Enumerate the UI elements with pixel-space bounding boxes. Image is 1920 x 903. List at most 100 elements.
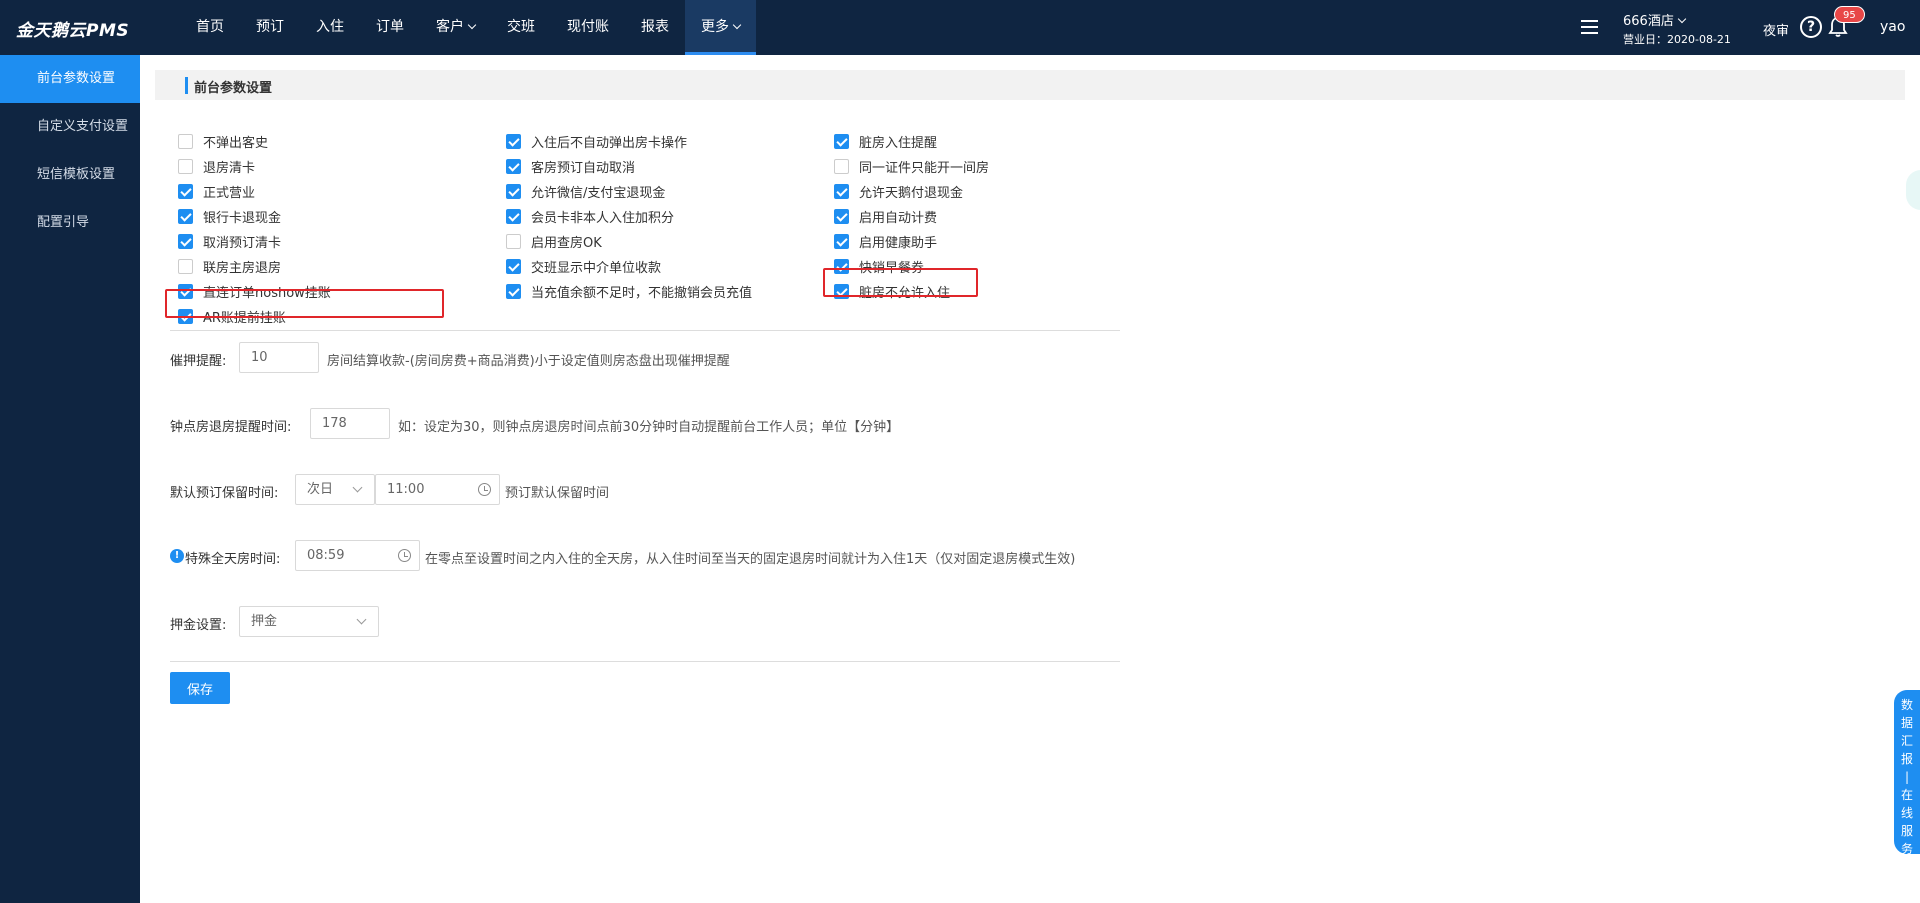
setting-checkbox[interactable]: 启用查房OK [506,231,602,251]
setting-checkbox[interactable]: 联房主房退房 [178,256,281,276]
special-fullday-hint: 在零点至设置时间之内入住的全天房，从入住时间至当天的固定退房时间就计为入住1天（… [425,552,1076,567]
nav-item[interactable]: 入住 [300,0,360,55]
checkbox-unchecked-icon[interactable] [506,233,521,249]
checkbox-label: 客房预订自动取消 [531,160,636,176]
checkbox-unchecked-icon[interactable] [834,158,849,174]
nav-item[interactable]: 更多 [685,0,756,55]
checkbox-label: 启用自动计费 [859,210,938,226]
section-accent-bar [185,77,188,94]
nav-item[interactable]: 客户 [420,0,491,55]
nav-item[interactable]: 订单 [360,0,420,55]
checkbox-unchecked-icon[interactable] [178,133,193,149]
reservation-hold-time-input[interactable]: 11:00 [375,474,500,505]
help-icon[interactable]: ? [1800,16,1822,38]
sidebar-item[interactable]: 配置引导 [0,199,140,247]
setting-checkbox[interactable]: 允许微信/支付宝退现金 [506,181,665,201]
clock-icon [478,483,491,496]
checkbox-label: 交班显示中介单位收款 [531,260,662,276]
nav-item-label: 现付账 [567,19,609,35]
float-panel-char: 在 [1900,788,1913,802]
checkbox-checked-icon[interactable] [178,233,193,249]
setting-checkbox[interactable]: 不弹出客史 [178,131,268,151]
nav-item[interactable]: 报表 [625,0,685,55]
checkbox-checked-icon[interactable] [506,133,521,149]
checkbox-checked-icon[interactable] [834,183,849,199]
deposit-setting-value: 押金 [251,614,278,629]
list-icon[interactable] [1581,20,1598,35]
data-report-online-service-panel[interactable]: 数据汇报 | 在线服务 [1894,690,1920,856]
setting-checkbox[interactable]: 正式营业 [178,181,255,201]
checkbox-label: 取消预订清卡 [203,235,282,251]
setting-checkbox[interactable]: 退房清卡 [178,156,255,176]
nav-item[interactable]: 现付账 [551,0,625,55]
hourly-checkout-hint: 如：设定为30，则钟点房退房时间点前30分钟时自动提醒前台工作人员；单位【分钟】 [398,420,900,435]
divider [170,330,1120,331]
main-nav: 首页 预订 入住 订单 客户 交班 现付账 报表 更多 [180,0,756,55]
top-bar: 金天鹅云PMS 首页 预订 入住 订单 客户 交班 现付账 报表 更多 666酒店 营业日：20… [0,0,1920,55]
float-panel-char: 务 [1900,842,1913,856]
setting-checkbox[interactable]: 当充值余额不足时，不能撤销会员充值 [506,281,752,301]
checkbox-label: 当充值余额不足时，不能撤销会员充值 [531,285,753,301]
checkbox-label: 会员卡非本人入住加积分 [531,210,675,226]
checkbox-checked-icon[interactable] [506,158,521,174]
setting-checkbox[interactable]: 启用健康助手 [834,231,937,251]
hotel-selector[interactable]: 666酒店 [1623,10,1687,29]
deposit-reminder-input[interactable]: 10 [239,342,319,373]
night-audit-link[interactable]: 夜审 [1763,20,1789,39]
setting-checkbox[interactable]: 客房预订自动取消 [506,156,635,176]
checkbox-unchecked-icon[interactable] [178,258,193,274]
save-button[interactable]: 保存 [170,672,230,704]
reservation-hold-time-value: 11:00 [387,482,425,497]
checkbox-checked-icon[interactable] [506,283,521,299]
setting-checkbox[interactable]: 会员卡非本人入住加积分 [506,206,674,226]
checkbox-checked-icon[interactable] [178,208,193,224]
app-logo: 金天鹅云PMS [16,21,130,41]
special-fullday-time-input[interactable]: 08:59 [295,540,420,571]
chevron-down-icon [356,614,367,625]
setting-checkbox[interactable]: 脏房入住提醒 [834,131,937,151]
checkbox-unchecked-icon[interactable] [178,158,193,174]
setting-checkbox[interactable]: 允许天鹅付退现金 [834,181,963,201]
setting-checkbox[interactable]: 启用自动计费 [834,206,937,226]
checkbox-label: 启用健康助手 [859,235,938,251]
section-title: 前台参数设置 [194,81,273,96]
sidebar-item[interactable]: 前台参数设置 [0,55,140,103]
setting-checkbox[interactable]: 取消预订清卡 [178,231,281,251]
nav-item[interactable]: 交班 [491,0,551,55]
checkbox-label: 同一证件只能开一间房 [859,160,990,176]
checkbox-checked-icon[interactable] [834,133,849,149]
user-name[interactable]: yao [1880,19,1905,35]
setting-checkbox[interactable]: 入住后不自动弹出房卡操作 [506,131,687,151]
section-header: 前台参数设置 [155,70,1905,100]
setting-checkbox[interactable]: 银行卡退现金 [178,206,281,226]
main-content: 前台参数设置 不弹出客史 退房清卡 正式营业 银行卡退现金 取消预订清卡 联房主房退房 直连… [140,55,1920,903]
checkbox-checked-icon[interactable] [506,208,521,224]
nav-item[interactable]: 首页 [180,0,240,55]
float-panel-char: 汇 [1900,734,1913,748]
checkbox-checked-icon[interactable] [834,233,849,249]
sidebar-item[interactable]: 短信模板设置 [0,151,140,199]
chevron-down-icon [732,20,742,30]
special-fullday-time-value: 08:59 [307,548,345,563]
checkbox-label: 不弹出客史 [203,135,269,151]
hourly-checkout-input[interactable]: 178 [310,408,390,439]
chevron-down-icon [467,20,477,30]
nav-item[interactable]: 预订 [240,0,300,55]
edge-bubble[interactable] [1906,170,1920,210]
checkbox-label: 启用查房OK [531,235,602,251]
deposit-setting-select[interactable]: 押金 [239,606,379,637]
checkbox-checked-icon[interactable] [506,258,521,274]
notification-badge: 95 [1834,6,1865,23]
reservation-hold-day-select[interactable]: 次日 [295,474,375,505]
deposit-reminder-hint: 房间结算收款-(房间房费+商品消费)小于设定值则房态盘出现催押提醒 [327,354,730,369]
float-panel-char: 线 [1900,806,1913,820]
checkbox-checked-icon[interactable] [506,183,521,199]
highlight-box [165,289,444,318]
nav-item-label: 更多 [701,19,729,35]
sidebar-item[interactable]: 自定义支付设置 [0,103,140,151]
checkbox-checked-icon[interactable] [178,183,193,199]
checkbox-label: 联房主房退房 [203,260,282,276]
checkbox-checked-icon[interactable] [834,208,849,224]
setting-checkbox[interactable]: 同一证件只能开一间房 [834,156,989,176]
setting-checkbox[interactable]: 交班显示中介单位收款 [506,256,661,276]
